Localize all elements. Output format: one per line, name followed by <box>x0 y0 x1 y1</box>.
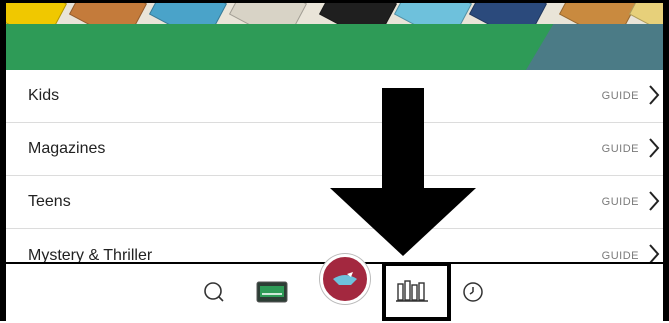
history-icon[interactable] <box>462 281 484 308</box>
guide-label: GUIDE <box>601 196 639 208</box>
chevron-right-icon <box>648 137 660 165</box>
chevron-right-icon <box>648 190 660 218</box>
left-border <box>0 0 6 321</box>
category-label: Kids <box>28 87 60 104</box>
top-border <box>0 0 669 3</box>
bottom-nav-bar <box>6 254 663 323</box>
home-icon <box>331 271 359 292</box>
guide-label: GUIDE <box>601 143 639 155</box>
shelf-highlight-box <box>382 262 451 321</box>
guide-label: GUIDE <box>601 90 639 102</box>
library-card-icon[interactable] <box>256 281 288 308</box>
home-button[interactable] <box>320 254 370 304</box>
chevron-right-icon <box>648 84 660 112</box>
category-label: Magazines <box>28 140 106 157</box>
category-label: Teens <box>28 193 71 210</box>
search-icon[interactable] <box>202 280 226 309</box>
app-frame: Kids GUIDE Magazines GUIDE Teens GUIDE M… <box>0 0 669 323</box>
right-border <box>663 0 669 321</box>
hero-banner[interactable] <box>6 0 663 70</box>
guide-label: GUIDE <box>601 249 639 262</box>
down-arrow-icon <box>330 88 476 256</box>
